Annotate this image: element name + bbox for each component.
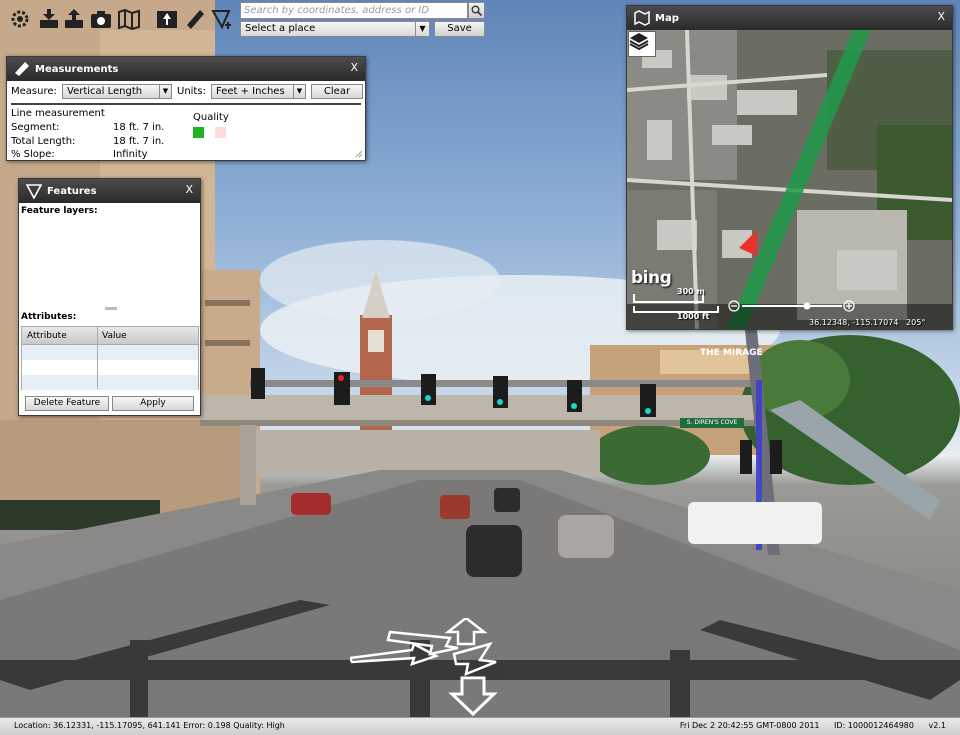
location-status: Location: 36.12331, -115.17095, 641.141 … <box>14 721 285 730</box>
apply-button[interactable]: Apply <box>112 396 194 411</box>
features-header[interactable]: Features X <box>19 179 200 203</box>
timestamp: Fri Dec 2 20:42:55 GMT-0800 2011 <box>679 721 820 730</box>
column-divider <box>97 327 98 389</box>
feature-funnel-icon <box>25 182 43 200</box>
save-button[interactable]: Save <box>434 21 485 37</box>
camera-icon[interactable] <box>90 8 112 30</box>
table-row[interactable] <box>22 360 198 375</box>
scale-feet: 1000 ft <box>677 312 710 321</box>
result-row: % Slope: Infinity <box>11 148 191 162</box>
chevron-down-icon: ▼ <box>415 22 429 36</box>
quality-label: Quality <box>193 112 229 123</box>
place-select-value: Select a place <box>245 23 316 34</box>
close-icon[interactable]: X <box>350 61 358 74</box>
attributes-label: Attributes: <box>21 312 77 322</box>
quality-indicator-good <box>193 127 204 138</box>
attributes-table: Attribute Value <box>21 326 199 390</box>
chevron-down-icon: ▼ <box>159 85 171 98</box>
heading-value: 205° <box>906 318 926 327</box>
aerial-map[interactable]: bing 300 m 1000 ft 36.12348, -115.17074 … <box>627 30 952 329</box>
features-panel: Features X Feature layers: Attributes: A… <box>18 178 201 416</box>
result-label: % Slope: <box>11 149 55 160</box>
measure-type-select[interactable]: Vertical Length ▼ <box>62 84 172 99</box>
mirage-sign: THE MIRAGE <box>700 348 763 358</box>
map-panel: Map X bing 300 m 1000 ft 36.12348, -115.… <box>626 5 953 330</box>
result-row: Total Length: 18 ft. 7 in. <box>11 135 191 149</box>
map-title: Map <box>655 12 679 24</box>
measure-type-value: Vertical Length <box>67 86 143 97</box>
table-row[interactable] <box>22 375 198 390</box>
measurement-controls: Measure: Vertical Length ▼ Units: Feet +… <box>7 81 365 103</box>
divider <box>11 103 361 105</box>
result-value: Infinity <box>113 149 148 160</box>
clear-button[interactable]: Clear <box>311 84 363 99</box>
units-label: Units: <box>177 86 206 97</box>
image-id: ID: 1000012464980 <box>834 721 914 730</box>
measurement-heading: Line measurement <box>11 108 105 119</box>
result-value: 18 ft. 7 in. <box>113 135 165 147</box>
bing-logo: bing <box>631 268 672 288</box>
scrollbar[interactable] <box>105 307 117 310</box>
feature-funnel-icon[interactable] <box>211 8 233 30</box>
map-coordinates: 36.12348, -115.17074 205° <box>809 318 925 327</box>
result-label: Total Length: <box>11 135 76 147</box>
coords-value: 36.12348, -115.17074 <box>809 318 899 327</box>
measurements-panel: Measurements X Measure: Vertical Length … <box>6 56 366 161</box>
close-icon[interactable]: X <box>937 10 945 23</box>
result-row: Segment: 18 ft. 7 in. <box>11 121 191 135</box>
navigate-icon[interactable] <box>156 8 178 30</box>
status-right: Fri Dec 2 20:42:55 GMT-0800 2011 ID: 100… <box>668 718 946 734</box>
street-navigation-arrows[interactable] <box>350 618 510 718</box>
measurements-header[interactable]: Measurements X <box>7 57 365 81</box>
aerial-imagery <box>627 30 952 329</box>
layers-button[interactable] <box>628 31 656 57</box>
search-input[interactable] <box>240 2 468 19</box>
table-header: Attribute Value <box>22 327 198 345</box>
features-title: Features <box>47 185 97 197</box>
resize-handle-icon[interactable] <box>355 150 363 158</box>
export-icon[interactable] <box>63 8 85 30</box>
close-icon[interactable]: X <box>185 183 193 196</box>
import-icon[interactable] <box>38 8 60 30</box>
measurement-results: Segment: 18 ft. 7 in. Total Length: 18 f… <box>11 121 191 162</box>
search-button[interactable] <box>468 2 485 19</box>
measurements-title: Measurements <box>35 63 119 75</box>
column-header-value: Value <box>102 331 127 341</box>
chevron-down-icon: ▼ <box>293 85 305 98</box>
place-select[interactable]: Select a place ▼ <box>240 21 430 37</box>
feature-layers-label: Feature layers: <box>21 206 98 216</box>
measure-ruler-icon <box>13 60 31 78</box>
column-header-attribute: Attribute <box>27 331 67 341</box>
units-select[interactable]: Feet + Inches ▼ <box>211 84 306 99</box>
map-icon <box>633 9 651 27</box>
search-icon <box>471 5 482 16</box>
map-icon[interactable] <box>118 8 140 30</box>
table-row[interactable] <box>22 345 198 360</box>
scale-meters: 300 m <box>677 287 705 296</box>
map-header[interactable]: Map X <box>627 6 952 30</box>
delete-feature-button[interactable]: Delete Feature <box>25 396 109 411</box>
result-label: Segment: <box>11 122 60 133</box>
units-value: Feet + Inches <box>216 86 285 97</box>
quality-indicator-bad <box>215 127 226 138</box>
measure-label: Measure: <box>11 86 57 97</box>
result-value: 18 ft. 7 in. <box>113 122 165 133</box>
settings-icon[interactable] <box>9 8 31 30</box>
measure-ruler-icon[interactable] <box>184 8 206 30</box>
layers-icon <box>629 33 649 50</box>
zoom-slider[interactable] <box>727 299 857 313</box>
street-sign: S. DIREN'S COVE <box>680 418 744 428</box>
version: v2.1 <box>928 721 946 730</box>
status-bar: Location: 36.12331, -115.17095, 641.141 … <box>0 717 960 735</box>
